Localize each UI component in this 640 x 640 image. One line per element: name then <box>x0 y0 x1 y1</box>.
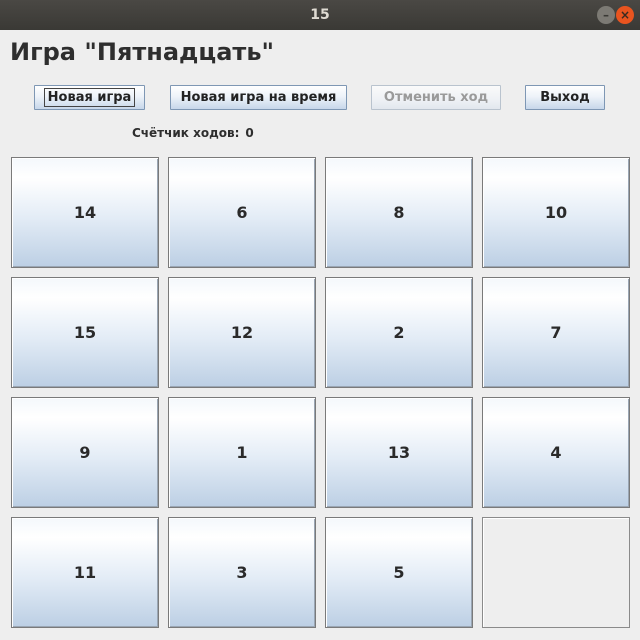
tile[interactable]: 4 <box>482 397 630 508</box>
window-titlebar[interactable]: 15 – × <box>0 0 640 30</box>
page-title: Игра "Пятнадцать" <box>10 38 274 66</box>
exit-button[interactable]: Выход <box>525 85 605 110</box>
tile[interactable]: 6 <box>168 157 316 268</box>
tile[interactable]: 13 <box>325 397 473 508</box>
tile[interactable]: 7 <box>482 277 630 388</box>
new-game-button[interactable]: Новая игра <box>34 85 145 110</box>
tile[interactable]: 2 <box>325 277 473 388</box>
tile[interactable]: 12 <box>168 277 316 388</box>
tile[interactable]: 10 <box>482 157 630 268</box>
move-counter-value: 0 <box>245 126 254 140</box>
new-timed-game-button[interactable]: Новая игра на время <box>170 85 347 110</box>
tile[interactable]: 14 <box>11 157 159 268</box>
tile[interactable]: 9 <box>11 397 159 508</box>
close-icon[interactable]: × <box>616 6 634 24</box>
move-counter: Счётчик ходов: 0 <box>132 126 254 140</box>
tile[interactable]: 3 <box>168 517 316 628</box>
empty-tile[interactable] <box>482 517 630 628</box>
tile[interactable]: 15 <box>11 277 159 388</box>
minimize-icon[interactable]: – <box>597 6 615 24</box>
tile[interactable]: 5 <box>325 517 473 628</box>
move-counter-label: Счётчик ходов: <box>132 126 240 140</box>
tile[interactable]: 1 <box>168 397 316 508</box>
tile[interactable]: 11 <box>11 517 159 628</box>
undo-move-button[interactable]: Отменить ход <box>371 85 501 110</box>
new-game-label: Новая игра <box>43 88 136 107</box>
window-title: 15 <box>310 7 330 23</box>
tile[interactable]: 8 <box>325 157 473 268</box>
